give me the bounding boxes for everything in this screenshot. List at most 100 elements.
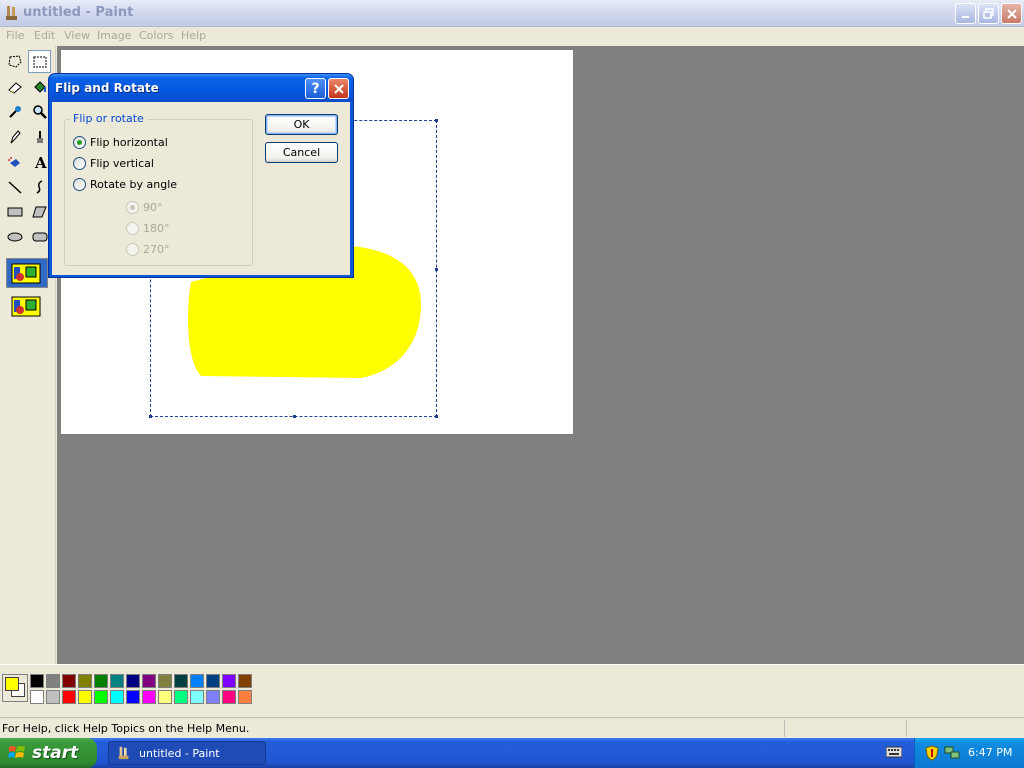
- transparency-option-transparent[interactable]: [6, 291, 48, 321]
- palette-swatch[interactable]: [30, 690, 44, 704]
- rectangle-tool[interactable]: [3, 200, 26, 223]
- palette-swatch[interactable]: [30, 674, 44, 688]
- menu-file[interactable]: File: [6, 29, 24, 42]
- pick-color-tool[interactable]: [3, 100, 26, 123]
- close-button[interactable]: [1001, 3, 1022, 24]
- palette-swatch[interactable]: [142, 690, 156, 704]
- palette-swatch[interactable]: [190, 674, 204, 688]
- radio-flip-vertical[interactable]: Flip vertical: [73, 157, 154, 170]
- palette-swatch[interactable]: [142, 674, 156, 688]
- palette-swatch[interactable]: [46, 674, 60, 688]
- network-icon[interactable]: [944, 745, 960, 761]
- ellipse-tool[interactable]: [3, 225, 26, 248]
- selection-handle[interactable]: [435, 119, 438, 122]
- radio-button[interactable]: [126, 222, 139, 235]
- airbrush-icon: [7, 156, 20, 167]
- radio-label: Flip horizontal: [90, 136, 168, 149]
- palette-swatch[interactable]: [158, 674, 172, 688]
- window-title: untitled - Paint: [23, 5, 134, 20]
- palette-swatch[interactable]: [206, 674, 220, 688]
- radio-button[interactable]: [73, 136, 86, 149]
- radio-flip-horizontal[interactable]: Flip horizontal: [73, 136, 168, 149]
- title-bar[interactable]: untitled - Paint: [0, 0, 1024, 27]
- palette-swatch[interactable]: [46, 690, 60, 704]
- fill-with-color-icon: [33, 80, 46, 93]
- menu-colors[interactable]: Colors: [139, 29, 173, 42]
- rectangle-icon: [7, 207, 22, 216]
- selection-handle[interactable]: [435, 415, 438, 418]
- pencil-tool[interactable]: [3, 125, 26, 148]
- dialog-close-button[interactable]: [328, 78, 349, 99]
- dialog-title-bar[interactable]: Flip and Rotate ?: [49, 74, 353, 102]
- palette-swatch[interactable]: [222, 674, 236, 688]
- selection-handle[interactable]: [293, 415, 296, 418]
- flip-or-rotate-group: Flip or rotate Flip horizontal Flip vert…: [64, 112, 253, 266]
- radio-label: Rotate by angle: [90, 178, 178, 191]
- security-shield-icon[interactable]: [924, 745, 940, 761]
- free-form-select-tool[interactable]: [3, 50, 26, 73]
- palette-swatch[interactable]: [126, 690, 140, 704]
- taskbar-item-label: untitled - Paint: [139, 746, 220, 760]
- selection-handle[interactable]: [149, 415, 152, 418]
- palette-swatch[interactable]: [94, 690, 108, 704]
- keyboard-icon[interactable]: [886, 746, 902, 758]
- palette-swatch[interactable]: [78, 690, 92, 704]
- magnifier-icon: [32, 104, 47, 119]
- menu-image[interactable]: Image: [97, 29, 131, 42]
- palette-swatch[interactable]: [110, 674, 124, 688]
- pencil-icon: [10, 129, 21, 143]
- eraser-tool[interactable]: [3, 75, 26, 98]
- taskbar-item-paint[interactable]: untitled - Paint: [108, 741, 266, 765]
- palette-swatch[interactable]: [206, 690, 220, 704]
- ok-button[interactable]: OK: [265, 114, 338, 135]
- start-label: start: [32, 743, 79, 763]
- radio-button[interactable]: [73, 157, 86, 170]
- radio-angle-180[interactable]: 180°: [126, 222, 170, 235]
- palette-swatch[interactable]: [62, 674, 76, 688]
- select-icon: [33, 56, 46, 67]
- line-tool[interactable]: [3, 175, 26, 198]
- palette-swatch[interactable]: [110, 690, 124, 704]
- transparent-selection-icon: [11, 296, 41, 317]
- minimize-icon: [961, 15, 969, 18]
- radio-angle-270[interactable]: 270°: [126, 243, 170, 256]
- radio-button[interactable]: [126, 243, 139, 256]
- radio-button[interactable]: [73, 178, 86, 191]
- restore-button[interactable]: [978, 3, 999, 24]
- palette-swatch[interactable]: [94, 674, 108, 688]
- paint-app-icon: [118, 746, 129, 760]
- palette-swatch[interactable]: [62, 690, 76, 704]
- polygon-icon: [31, 206, 47, 217]
- radio-label: 180°: [143, 222, 170, 235]
- palette-swatch[interactable]: [190, 690, 204, 704]
- palette-swatch[interactable]: [174, 674, 188, 688]
- radio-label: Flip vertical: [90, 157, 154, 170]
- opaque-selection-icon: [11, 263, 41, 284]
- eraser-icon: [7, 81, 22, 94]
- palette-swatch[interactable]: [158, 690, 172, 704]
- palette-swatch[interactable]: [174, 690, 188, 704]
- selection-handle[interactable]: [435, 268, 438, 271]
- radio-button[interactable]: [126, 201, 139, 214]
- menu-help[interactable]: Help: [181, 29, 206, 42]
- transparency-option-opaque[interactable]: [6, 258, 48, 288]
- palette-swatch[interactable]: [238, 674, 252, 688]
- cancel-button[interactable]: Cancel: [265, 142, 338, 163]
- palette-swatch[interactable]: [78, 674, 92, 688]
- pick-color-icon: [8, 105, 21, 118]
- radio-rotate-by-angle[interactable]: Rotate by angle: [73, 178, 177, 191]
- minimize-button[interactable]: [955, 3, 976, 24]
- menu-edit[interactable]: Edit: [34, 29, 55, 42]
- start-button[interactable]: start: [0, 738, 97, 768]
- select-tool[interactable]: [28, 50, 51, 73]
- palette-swatch[interactable]: [126, 674, 140, 688]
- radio-angle-90[interactable]: 90°: [126, 201, 163, 214]
- airbrush-tool[interactable]: [3, 150, 26, 173]
- restore-icon: [982, 7, 994, 19]
- radio-label: 270°: [143, 243, 170, 256]
- palette-swatch[interactable]: [222, 690, 236, 704]
- palette-swatch[interactable]: [238, 690, 252, 704]
- dialog-body: Flip or rotate Flip horizontal Flip vert…: [52, 102, 350, 275]
- dialog-help-button[interactable]: ?: [305, 78, 326, 99]
- menu-view[interactable]: View: [64, 29, 90, 42]
